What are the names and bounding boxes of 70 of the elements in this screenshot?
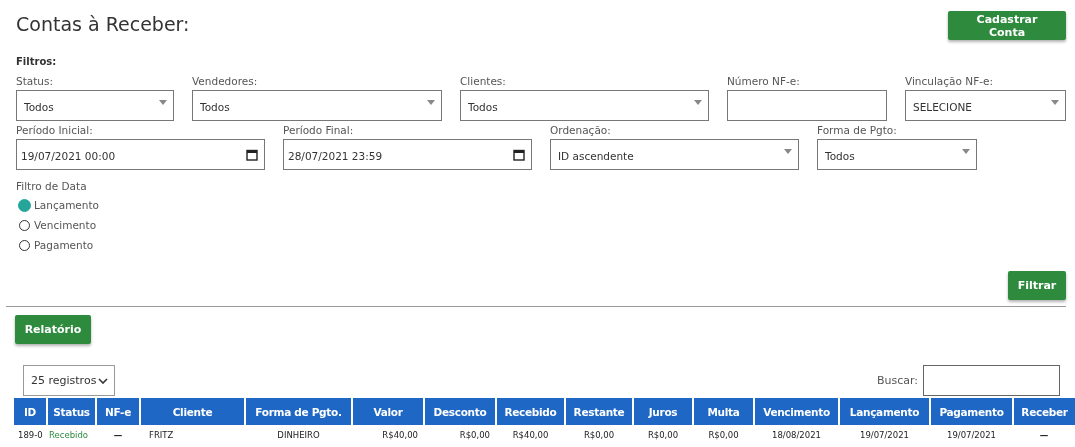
field-label: Ordenação: <box>550 123 612 138</box>
column-header[interactable]: Forma de Pgto. <box>245 398 352 425</box>
column-header[interactable]: Lançamento <box>839 398 930 425</box>
text-field[interactable] <box>727 90 887 121</box>
column-header[interactable]: Pagamento <box>930 398 1013 425</box>
field-label: Número NF-e: <box>727 74 801 89</box>
caret-icon <box>1051 100 1059 105</box>
select-field[interactable]: SELECIONE <box>905 90 1066 121</box>
select-field[interactable]: Todos <box>460 90 709 121</box>
table-cell: R$40,00 <box>496 425 565 444</box>
field-label: Período Final: <box>283 123 355 138</box>
column-header[interactable]: Cliente <box>140 398 245 425</box>
column-header[interactable]: Vencimento <box>754 398 839 425</box>
column-header[interactable]: Multa <box>693 398 754 425</box>
column-header[interactable]: Desconto <box>424 398 496 425</box>
column-header[interactable]: Restante <box>565 398 633 425</box>
filters-heading: Filtros: <box>16 56 58 67</box>
field-label: Vendedores: <box>192 74 259 89</box>
table-cell: 18/08/2021 <box>754 425 839 444</box>
table-cell: R$40,00 <box>352 425 424 444</box>
table-cell: Recebido <box>47 425 96 444</box>
table-cell: R$0,00 <box>424 425 496 444</box>
column-header[interactable]: Receber <box>1013 398 1075 425</box>
select-field[interactable]: Todos <box>817 139 977 170</box>
field-label: Vinculação NF-e: <box>905 74 994 89</box>
caret-icon <box>784 149 792 154</box>
add-account-button[interactable]: Cadastrar Conta <box>948 11 1066 40</box>
column-header[interactable]: Recebido <box>496 398 565 425</box>
field-label: Status: <box>16 74 54 89</box>
select-field[interactable]: ID ascendente <box>550 139 799 170</box>
radio-button[interactable] <box>18 198 31 212</box>
table-cell: — <box>96 425 140 444</box>
radio-label[interactable]: Pagamento <box>34 239 94 251</box>
search-field[interactable] <box>923 365 1060 396</box>
table-cell: FRITZ <box>140 425 245 444</box>
radio-label[interactable]: Vencimento <box>34 219 97 231</box>
table-cell: 19/07/2021 <box>839 425 930 444</box>
field-label: Clientes: <box>460 74 507 89</box>
select-field[interactable]: Todos <box>192 90 442 121</box>
report-button[interactable]: Relatório <box>15 315 91 344</box>
page-title: Contas à Receber: <box>16 13 190 35</box>
field-label: Forma de Pgto: <box>817 123 898 138</box>
field-label: Período Inicial: <box>16 123 94 138</box>
date-field[interactable]: 19/07/2021 00:00 <box>16 139 265 170</box>
filter-button[interactable]: Filtrar <box>1008 271 1066 300</box>
column-header[interactable]: Valor <box>352 398 424 425</box>
date-filter-label: Filtro de Data <box>16 180 88 192</box>
select-field[interactable]: Todos <box>16 90 174 121</box>
caret-icon <box>694 100 702 105</box>
table-cell: 19/07/2021 <box>930 425 1013 444</box>
column-header[interactable]: Status <box>47 398 96 425</box>
calendar-icon[interactable] <box>513 148 525 161</box>
caret-icon <box>962 149 970 154</box>
table-cell: R$0,00 <box>633 425 693 444</box>
chevron-icon <box>98 377 108 384</box>
page-size-select[interactable]: 25 registros <box>23 365 115 396</box>
caret-icon <box>427 100 435 105</box>
search-label: Buscar: <box>876 374 918 387</box>
caret-icon <box>159 100 167 105</box>
table-cell: R$0,00 <box>693 425 754 444</box>
table-cell: R$0,00 <box>565 425 633 444</box>
table-cell: 189-0 <box>14 425 47 444</box>
date-field[interactable]: 28/07/2021 23:59 <box>283 139 532 170</box>
radio-label[interactable]: Lançamento <box>34 199 100 211</box>
table-cell: DINHEIRO <box>245 425 352 444</box>
calendar-icon[interactable] <box>246 148 258 161</box>
column-header[interactable]: ID <box>14 398 47 425</box>
column-header[interactable]: Juros <box>633 398 693 425</box>
table-cell: — <box>1013 425 1075 444</box>
column-header[interactable]: NF-e <box>96 398 140 425</box>
